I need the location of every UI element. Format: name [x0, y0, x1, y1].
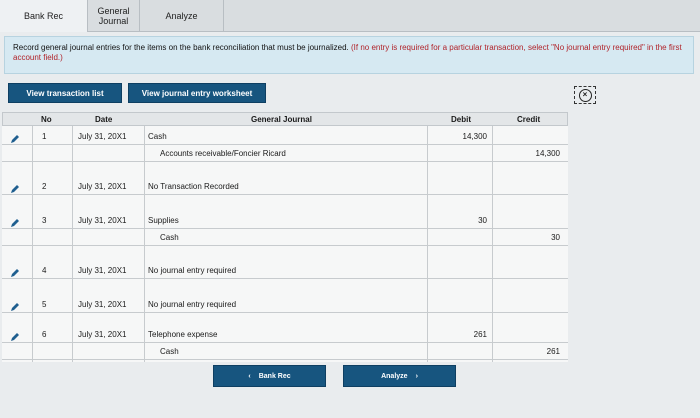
entry-number: 1: [42, 132, 47, 141]
entry-date[interactable]: July 31, 20X1: [78, 262, 148, 279]
journal-line: 4 July 31, 20X1 No journal entry required: [2, 262, 568, 279]
tab-analyze[interactable]: Analyze: [140, 0, 224, 32]
chevron-right-icon: ›: [415, 372, 418, 380]
prev-button-label: Bank Rec: [258, 372, 291, 380]
credit-field[interactable]: [498, 212, 560, 229]
debit-field[interactable]: 261: [432, 326, 487, 343]
account-field[interactable]: Cash: [160, 343, 430, 360]
debit-field[interactable]: [432, 343, 487, 360]
entry-number: 2: [42, 182, 47, 191]
debit-field[interactable]: [432, 145, 487, 162]
credit-field[interactable]: [498, 326, 560, 343]
debit-field[interactable]: [432, 229, 487, 246]
entry-date[interactable]: July 31, 20X1: [78, 128, 148, 145]
header-no: No: [41, 115, 52, 124]
entry-number: 5: [42, 300, 47, 309]
next-button-label: Analyze: [381, 372, 408, 380]
header-debit: Debit: [451, 115, 471, 124]
tab-bank-rec[interactable]: Bank Rec: [0, 0, 88, 32]
table-header: No Date General Journal Debit Credit: [2, 112, 568, 126]
journal-line: 2 July 31, 20X1 No Transaction Recorded: [2, 178, 568, 195]
instruction-text: Record general journal entries for the i…: [13, 43, 349, 52]
journal-line: 6 July 31, 20X1 Telephone expense 261: [2, 326, 568, 343]
entry-date[interactable]: July 31, 20X1: [78, 296, 148, 313]
account-field[interactable]: Telephone expense: [148, 326, 418, 343]
debit-field[interactable]: 14,300: [432, 128, 487, 145]
entry-number: 4: [42, 266, 47, 275]
debit-field[interactable]: [432, 262, 487, 279]
entry-date[interactable]: July 31, 20X1: [78, 212, 148, 229]
tab-general-journal[interactable]: General Journal: [88, 0, 140, 32]
chevron-left-icon: ‹: [248, 372, 251, 380]
journal-line: Cash 261: [2, 343, 568, 360]
credit-field[interactable]: 261: [498, 343, 560, 360]
header-credit: Credit: [517, 115, 541, 124]
instruction-panel: Record general journal entries for the i…: [4, 36, 694, 74]
account-field[interactable]: No journal entry required: [148, 262, 418, 279]
next-analyze-button[interactable]: Analyze ›: [343, 365, 456, 387]
view-journal-entry-worksheet-button[interactable]: View journal entry worksheet: [128, 83, 266, 103]
journal-table: No Date General Journal Debit Credit 1 Ju…: [2, 112, 568, 362]
credit-field[interactable]: [498, 178, 560, 195]
account-field[interactable]: No journal entry required: [148, 296, 418, 313]
journal-line: Cash 30: [2, 229, 568, 246]
entry-number: 6: [42, 330, 47, 339]
account-field[interactable]: Cash: [148, 128, 418, 145]
journal-line: 5 July 31, 20X1 No journal entry required: [2, 296, 568, 313]
account-field[interactable]: No Transaction Recorded: [148, 178, 418, 195]
journal-line: 3 July 31, 20X1 Supplies 30: [2, 212, 568, 229]
view-transaction-list-button[interactable]: View transaction list: [8, 83, 122, 103]
credit-field[interactable]: [498, 262, 560, 279]
account-field[interactable]: Accounts receivable/Foncier Ricard: [160, 145, 430, 162]
entry-date[interactable]: July 31, 20X1: [78, 326, 148, 343]
entry-number: 3: [42, 216, 47, 225]
header-general-journal: General Journal: [251, 115, 312, 124]
credit-field[interactable]: [498, 296, 560, 313]
credit-field[interactable]: 14,300: [498, 145, 560, 162]
close-button[interactable]: ×: [574, 86, 596, 104]
debit-field[interactable]: 30: [432, 212, 487, 229]
account-field[interactable]: Cash: [160, 229, 430, 246]
credit-field[interactable]: 30: [498, 229, 560, 246]
debit-field[interactable]: [432, 178, 487, 195]
account-field[interactable]: Supplies: [148, 212, 418, 229]
prev-bank-rec-button[interactable]: ‹ Bank Rec: [213, 365, 326, 387]
header-date: Date: [95, 115, 113, 124]
debit-field[interactable]: [432, 296, 487, 313]
credit-field[interactable]: [498, 128, 560, 145]
journal-line: 1 July 31, 20X1 Cash 14,300: [2, 128, 568, 145]
journal-line: Accounts receivable/Foncier Ricard 14,300: [2, 145, 568, 162]
entry-date[interactable]: July 31, 20X1: [78, 178, 148, 195]
tab-bar: Bank Rec General Journal Analyze: [0, 0, 700, 32]
close-circle-icon: ×: [578, 88, 592, 102]
